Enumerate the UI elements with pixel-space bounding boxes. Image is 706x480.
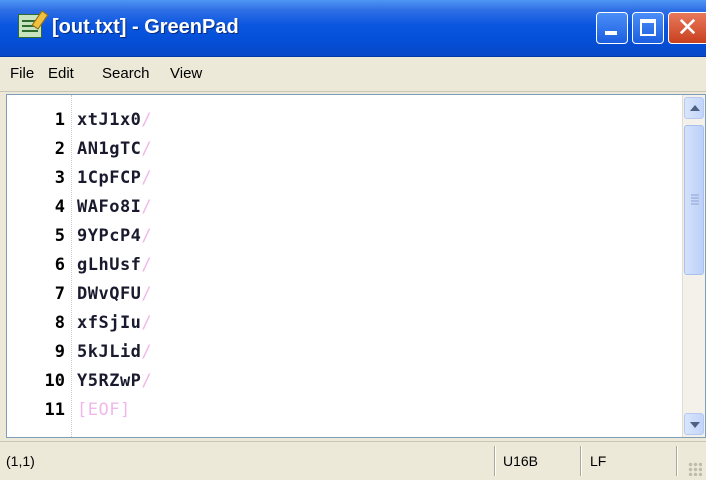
text-editor[interactable]: 1 xtJ1x0/ 2 AN1gTC/ 3 1CpFCP/ 4 WAFo8I/ … <box>6 94 706 438</box>
vertical-scrollbar[interactable] <box>682 95 705 437</box>
editor-line[interactable]: 8 xfSjIu/ <box>7 310 667 336</box>
line-end-marker: / <box>141 342 153 362</box>
line-text: AN1gTC <box>77 139 142 159</box>
line-end-marker: / <box>141 313 153 333</box>
line-ending-indicator: LF <box>590 453 607 469</box>
chevron-up-icon <box>690 105 700 111</box>
line-text: WAFo8I <box>77 197 142 217</box>
line-end-marker: / <box>141 197 153 217</box>
status-bar: (1,1) U16B LF <box>0 441 706 480</box>
menu-bar: File Edit Search View <box>0 57 706 92</box>
status-divider <box>494 446 495 476</box>
menu-view[interactable]: View <box>170 57 202 91</box>
editor-line[interactable]: 6 gLhUsf/ <box>7 252 667 278</box>
line-number: 10 <box>44 371 65 391</box>
window-title: [out.txt] - GreenPad <box>52 16 239 38</box>
line-number: 2 <box>54 139 65 159</box>
line-text: Y5RZwP <box>77 371 142 391</box>
minimize-button[interactable] <box>596 12 628 44</box>
line-text: 1CpFCP <box>77 168 142 188</box>
line-text: xtJ1x0 <box>77 110 142 130</box>
line-number: 6 <box>54 255 65 275</box>
menu-file[interactable]: File <box>10 57 34 91</box>
resize-grip-icon[interactable] <box>688 462 702 476</box>
scroll-up-button[interactable] <box>684 97 704 119</box>
status-divider <box>676 446 677 476</box>
scroll-thumb[interactable] <box>684 125 704 275</box>
greenpad-window: [out.txt] - GreenPad ✕ File Edit Search … <box>0 0 706 480</box>
maximize-button[interactable] <box>632 12 664 44</box>
cursor-position: (1,1) <box>6 453 35 469</box>
line-number: 8 <box>54 313 65 333</box>
grip-icon <box>691 194 699 196</box>
line-end-marker: / <box>141 255 153 275</box>
editor-line[interactable]: 4 WAFo8I/ <box>7 194 667 220</box>
title-bar[interactable]: [out.txt] - GreenPad ✕ <box>0 0 706 57</box>
eof-marker: [EOF] <box>77 400 131 420</box>
line-number: 1 <box>54 110 65 130</box>
editor-line[interactable]: 2 AN1gTC/ <box>7 136 667 162</box>
editor-line[interactable]: 10 Y5RZwP/ <box>7 368 667 394</box>
editor-line[interactable]: 1 xtJ1x0/ <box>7 107 667 133</box>
encoding-indicator: U16B <box>503 453 539 469</box>
editor-line[interactable]: 3 1CpFCP/ <box>7 165 667 191</box>
line-end-marker: / <box>141 226 153 246</box>
line-end-marker: / <box>141 284 153 304</box>
line-text: 5kJLid <box>77 342 142 362</box>
notepad-app-icon[interactable] <box>18 10 49 38</box>
line-number: 5 <box>54 226 65 246</box>
line-number: 7 <box>54 284 65 304</box>
editor-eof-line[interactable]: 11 [EOF] <box>7 397 667 423</box>
editor-line[interactable]: 5 9YPcP4/ <box>7 223 667 249</box>
maximize-icon <box>640 19 656 36</box>
scroll-down-button[interactable] <box>684 413 704 435</box>
close-icon: ✕ <box>676 13 699 43</box>
line-end-marker: / <box>141 168 153 188</box>
line-end-marker: / <box>141 110 153 130</box>
line-end-marker: / <box>141 139 153 159</box>
line-text: DWvQFU <box>77 284 142 304</box>
menu-search[interactable]: Search <box>102 57 150 91</box>
status-divider <box>580 446 581 476</box>
editor-line[interactable]: 9 5kJLid/ <box>7 339 667 365</box>
line-text: xfSjIu <box>77 313 142 333</box>
line-number: 11 <box>44 400 65 420</box>
line-text: gLhUsf <box>77 255 142 275</box>
editor-line[interactable]: 7 DWvQFU/ <box>7 281 667 307</box>
chevron-down-icon <box>690 422 700 428</box>
close-button[interactable]: ✕ <box>668 12 706 44</box>
line-number: 9 <box>54 342 65 362</box>
minimize-icon <box>605 31 617 35</box>
line-text: 9YPcP4 <box>77 226 142 246</box>
line-number: 4 <box>54 197 65 217</box>
line-number: 3 <box>54 168 65 188</box>
menu-edit[interactable]: Edit <box>48 57 74 91</box>
line-end-marker: / <box>141 371 153 391</box>
